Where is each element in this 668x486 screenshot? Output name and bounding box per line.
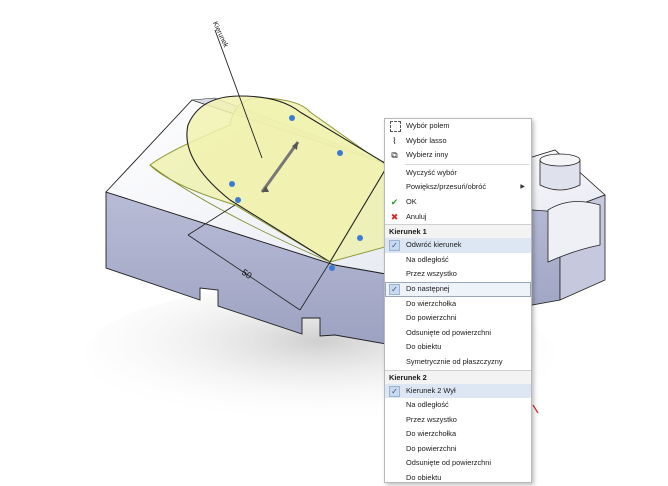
checkmark-icon: ✓ xyxy=(389,385,400,397)
checkmark-icon: ✓ xyxy=(389,283,400,295)
menu-label: Wyczyść wybór xyxy=(406,167,457,177)
menu-d2-through-all[interactable]: Przez wszystko xyxy=(385,413,531,428)
menu-label: Anuluj xyxy=(406,211,427,221)
menu-label: Odwróć kierunek xyxy=(406,240,462,250)
menu-d2-off[interactable]: ✓ Kierunek 2 Wył xyxy=(385,383,531,399)
menu-d1-reverse-direction[interactable]: ✓ Odwróć kierunek xyxy=(385,238,531,253)
menu-label: Do wierzchołka xyxy=(406,429,457,439)
menu-label: Wybór lasso xyxy=(406,135,447,145)
menu-d2-up-to-surface[interactable]: Do powierzchni xyxy=(385,442,531,457)
menu-cancel[interactable]: ✖ Anuluj xyxy=(385,210,531,225)
lasso-icon: ⌇ xyxy=(392,135,397,146)
menu-d1-through-all[interactable]: Przez wszystko xyxy=(385,267,531,282)
menu-label: Odsunięte od powierzchni xyxy=(406,458,492,468)
menu-label: Do obiektu xyxy=(406,473,442,483)
menu-separator xyxy=(405,163,529,165)
menu-zoom-pan-rotate[interactable]: Powiększ/przesuń/obróć ▶ xyxy=(385,180,531,195)
menu-d1-blind[interactable]: Na odległość xyxy=(385,253,531,268)
menu-d1-up-to-vertex[interactable]: Do wierzchołka xyxy=(385,297,531,312)
menu-label: Do powierzchni xyxy=(406,313,457,323)
menu-ok[interactable]: ✔ OK xyxy=(385,195,531,210)
submenu-arrow-icon: ▶ xyxy=(520,184,525,191)
graphics-viewport[interactable]: 50 Kierunek xyxy=(0,0,668,483)
menu-label: Do obiektu xyxy=(406,342,442,352)
menu-lasso-select[interactable]: ⌇ Wybór lasso xyxy=(385,134,531,149)
direction2-header: Kierunek 2 xyxy=(385,369,531,384)
menu-d2-blind[interactable]: Na odległość xyxy=(385,398,531,413)
close-icon: ✖ xyxy=(390,211,399,222)
menu-label: Symetrycznie od płaszczyzny xyxy=(406,356,503,366)
menu-d1-mid-plane[interactable]: Symetrycznie od płaszczyzny xyxy=(385,355,531,370)
menu-clear-selection[interactable]: Wyczyść wybór xyxy=(385,166,531,181)
menu-label: Do powierzchni xyxy=(406,443,457,453)
menu-label: Do wierzchołka xyxy=(406,298,457,308)
menu-box-select[interactable]: Wybór polem xyxy=(385,119,531,134)
select-other-icon: ⧉ xyxy=(391,150,398,161)
menu-label: Przez wszystko xyxy=(406,269,457,279)
box-select-icon xyxy=(390,121,401,132)
menu-label: Kierunek 2 Wył xyxy=(406,385,456,395)
menu-d2-offset-from-surface[interactable]: Odsunięte od powierzchni xyxy=(385,456,531,471)
menu-d1-offset-from-surface[interactable]: Odsunięte od powierzchni xyxy=(385,326,531,341)
menu-d2-up-to-vertex[interactable]: Do wierzchołka xyxy=(385,427,531,442)
menu-label: Wybierz inny xyxy=(406,150,449,160)
menu-label: Powiększ/przesuń/obróć xyxy=(406,182,487,192)
checkmark-icon: ✓ xyxy=(389,240,400,252)
menu-label: Na odległość xyxy=(406,400,449,410)
menu-label: Na odległość xyxy=(406,254,449,264)
direction1-header: Kierunek 1 xyxy=(385,224,531,239)
menu-d2-up-to-body[interactable]: Do obiektu xyxy=(385,471,531,486)
origin-marker-icon xyxy=(532,404,539,414)
menu-label: Przez wszystko xyxy=(406,414,457,424)
menu-d1-up-to-body[interactable]: Do obiektu xyxy=(385,340,531,355)
menu-label: Do następnej xyxy=(406,283,450,293)
menu-label: Wybór polem xyxy=(406,121,450,130)
menu-select-other[interactable]: ⧉ Wybierz inny xyxy=(385,148,531,163)
menu-d1-up-to-next[interactable]: ✓ Do następnej xyxy=(385,281,531,297)
menu-label: OK xyxy=(406,196,417,206)
menu-label: Odsunięte od powierzchni xyxy=(406,327,492,337)
menu-d1-up-to-surface[interactable]: Do powierzchni xyxy=(385,311,531,326)
check-icon: ✔ xyxy=(390,196,399,207)
context-menu: Wybór polem ⌇ Wybór lasso ⧉ Wybierz inny… xyxy=(384,118,532,483)
